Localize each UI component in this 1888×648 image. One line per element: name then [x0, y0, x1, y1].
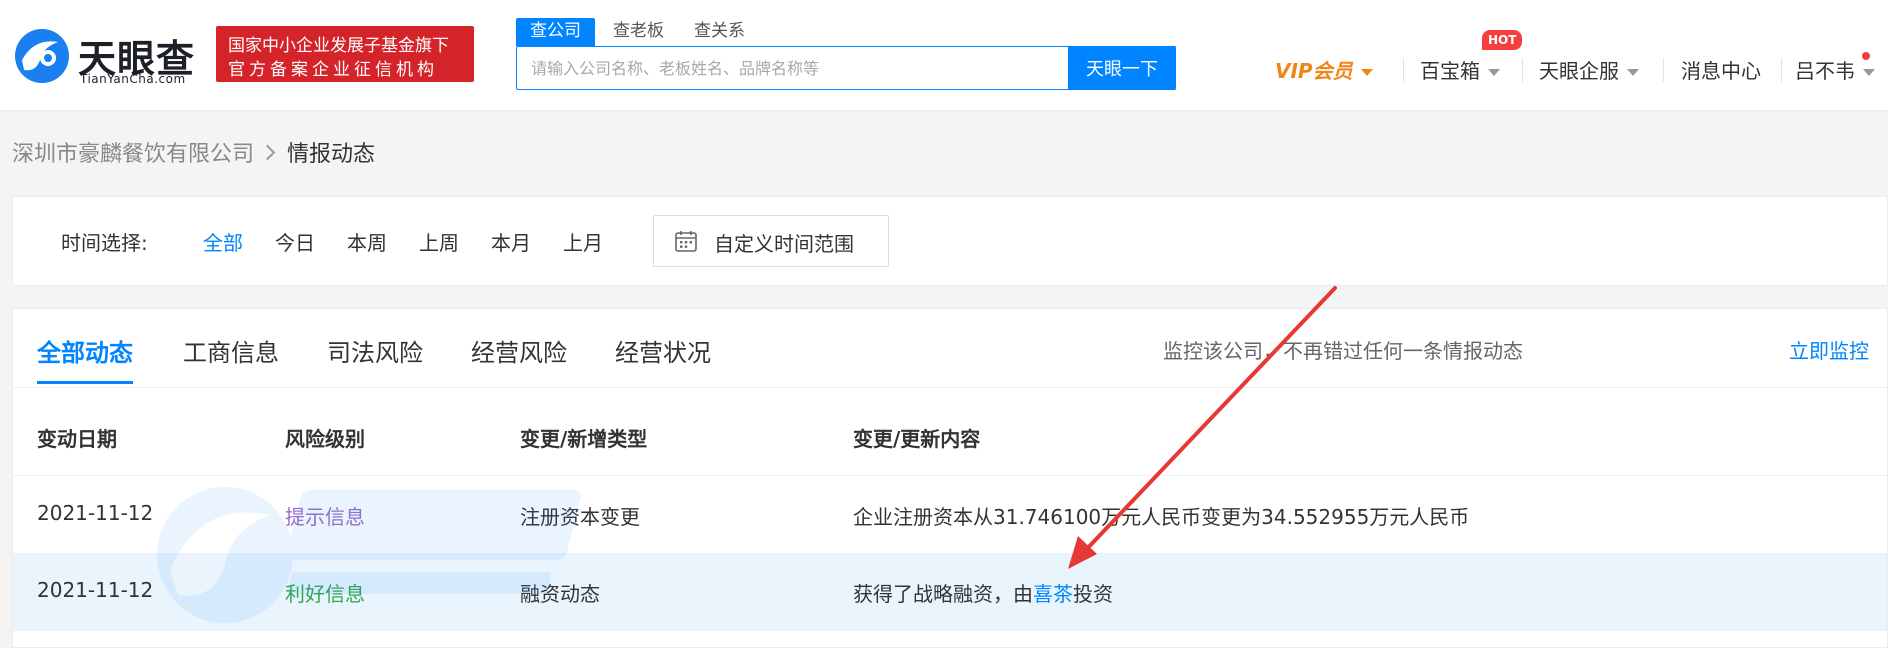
- row-content-suffix: 投资: [1073, 582, 1113, 606]
- table-row: 2021-11-12 利好信息 融资动态 获得了战略融资，由喜茶投资: [13, 553, 1887, 631]
- tab-business[interactable]: 工商信息: [183, 333, 279, 368]
- search-tab-company[interactable]: 查公司: [516, 18, 595, 46]
- column-header-date: 变动日期: [37, 427, 117, 451]
- row-content: 企业注册资本从31.746100万元人民币变更为34.552955万元人民币: [853, 505, 1470, 529]
- hot-badge: HOT: [1482, 30, 1523, 50]
- news-card: 全部动态 工商信息 司法风险 经营风险 经营状况 监控该公司，不再错过任何一条情…: [12, 308, 1888, 648]
- tab-judicial-risk[interactable]: 司法风险: [327, 333, 423, 368]
- nav-vip-label: VIP会员: [1275, 59, 1353, 83]
- row-level-good: 利好信息: [285, 582, 365, 606]
- monitor-hint: 监控该公司，不再错过任何一条情报动态: [1163, 339, 1523, 363]
- column-header-level: 风险级别: [285, 427, 365, 451]
- nav-messages[interactable]: 消息中心: [1681, 55, 1761, 84]
- tab-operating-risk[interactable]: 经营风险: [471, 333, 567, 368]
- official-badge: 国家中小企业发展子基金旗下 官方备案企业征信机构: [216, 26, 474, 82]
- time-filter-card: 时间选择: 全部 今日 本周 上周 本月 上月 自定义时间范围: [12, 196, 1888, 286]
- time-option-today[interactable]: 今日: [275, 227, 315, 256]
- table-row: 2021-11-12 提示信息 注册资本变更 企业注册资本从31.746100万…: [13, 475, 1887, 554]
- search-box: 天眼一下: [516, 46, 1176, 90]
- row-date: 2021-11-12: [37, 578, 154, 602]
- tianyancha-logo[interactable]: 天眼查 TianYanCha.com: [12, 26, 202, 86]
- row-content: 获得了战略融资，由喜茶投资: [853, 578, 1113, 607]
- nav-divider: [1403, 58, 1404, 82]
- caret-down-icon: [1863, 69, 1875, 76]
- nav-user-label: 吕不韦: [1795, 59, 1855, 83]
- row-type: 注册资本变更: [520, 505, 640, 529]
- chevron-right-icon: [259, 144, 276, 161]
- nav-qifu-label: 天眼企服: [1539, 59, 1619, 83]
- custom-range-button[interactable]: 自定义时间范围: [653, 215, 889, 267]
- caret-down-icon: [1360, 69, 1373, 76]
- custom-range-label: 自定义时间范围: [714, 232, 854, 256]
- column-header-content: 变更/更新内容: [853, 427, 981, 451]
- search-button[interactable]: 天眼一下: [1068, 46, 1176, 90]
- breadcrumb-company[interactable]: 深圳市豪麟餐饮有限公司: [12, 142, 254, 167]
- nav-divider: [1522, 58, 1523, 82]
- nav-baibaoxiang[interactable]: 百宝箱: [1420, 55, 1500, 84]
- nav-vip[interactable]: VIP会员: [1275, 55, 1373, 84]
- nav-baibaoxiang-label: 百宝箱: [1420, 59, 1480, 83]
- caret-down-icon: [1627, 69, 1639, 76]
- tab-all[interactable]: 全部动态: [37, 333, 133, 368]
- column-header-type: 变更/新增类型: [520, 427, 648, 451]
- breadcrumb: 深圳市豪麟餐饮有限公司 情报动态: [12, 136, 375, 168]
- breadcrumb-current: 情报动态: [287, 142, 376, 167]
- tianyancha-logo-icon: [15, 29, 69, 83]
- row-type: 融资动态: [520, 582, 600, 606]
- time-option-this-month[interactable]: 本月: [491, 227, 531, 256]
- time-filter-label: 时间选择:: [61, 231, 148, 255]
- nav-qifu[interactable]: 天眼企服: [1539, 55, 1639, 84]
- search-tab-boss[interactable]: 查老板: [613, 18, 664, 46]
- tab-operating-status[interactable]: 经营状况: [615, 333, 711, 368]
- logo-subtitle: TianYanCha.com: [80, 72, 186, 86]
- time-option-last-week[interactable]: 上周: [419, 227, 459, 256]
- investor-link[interactable]: 喜茶: [1033, 582, 1073, 606]
- badge-line-2: 官方备案企业征信机构: [228, 60, 438, 80]
- calendar-icon: [675, 231, 697, 252]
- time-option-all[interactable]: 全部: [203, 227, 243, 256]
- row-content-prefix: 获得了战略融资，由: [853, 582, 1033, 606]
- monitor-now-link[interactable]: 立即监控: [1789, 335, 1869, 364]
- tabs-divider: [13, 387, 1887, 388]
- caret-down-icon: [1488, 69, 1500, 76]
- search-input[interactable]: [517, 47, 1067, 89]
- notification-dot: [1862, 52, 1870, 60]
- nav-divider: [1663, 58, 1664, 82]
- top-header: 天眼查 TianYanCha.com 国家中小企业发展子基金旗下 官方备案企业征…: [0, 0, 1888, 110]
- time-option-last-month[interactable]: 上月: [563, 227, 603, 256]
- time-option-this-week[interactable]: 本周: [347, 227, 387, 256]
- active-tab-indicator: [37, 381, 133, 384]
- search-tab-relation[interactable]: 查关系: [694, 18, 745, 46]
- row-level-tip: 提示信息: [285, 505, 365, 529]
- badge-line-1: 国家中小企业发展子基金旗下: [228, 36, 449, 56]
- nav-divider: [1781, 58, 1782, 82]
- row-date: 2021-11-12: [37, 501, 154, 525]
